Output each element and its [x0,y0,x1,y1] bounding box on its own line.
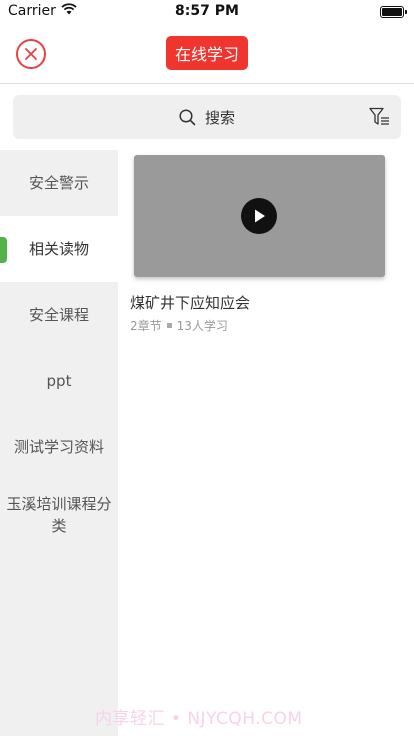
play-icon [255,209,265,223]
sidebar-item-safety-courses[interactable]: 安全课程 [0,282,118,348]
sidebar-item-related-reading[interactable]: 相关读物 [0,216,118,282]
sidebar-item-label: 测试学习资料 [13,438,104,456]
close-button[interactable] [16,39,46,69]
active-indicator [0,237,7,263]
play-button[interactable] [241,198,277,234]
status-bar: Carrier 8:57 PM [0,0,414,24]
nav-bar: 在线学习 [0,24,414,84]
sidebar-item-label: 安全警示 [28,174,89,192]
search-bar[interactable]: 搜索 [13,95,401,139]
sidebar-item-safety-warning[interactable]: 安全警示 [0,150,118,216]
filter-button[interactable] [369,107,391,127]
separator-dot [166,323,172,328]
sidebar-item-ppt[interactable]: ppt [0,348,118,414]
sidebar-item-yuxi-training[interactable]: 玉溪培训课程分类 [0,480,118,550]
status-time: 8:57 PM [175,3,239,19]
search-label: 搜索 [204,108,235,127]
course-title[interactable]: 煤矿井下应知应会 [130,292,250,313]
sidebar-item-label: 玉溪培训课程分类 [6,495,112,535]
search-icon [179,108,196,125]
sidebar-item-label: ppt [46,372,72,390]
close-icon [25,48,37,60]
sidebar-item-test-materials[interactable]: 测试学习资料 [0,414,118,480]
learner-count: 13人学习 [176,319,228,333]
watermark: 内享轻汇 • NJYCQH.COM [95,709,303,729]
battery-icon [380,6,407,18]
sidebar-item-label: 相关读物 [28,240,89,258]
chapter-count: 2章节 [130,319,162,333]
sidebar-item-label: 安全课程 [28,306,89,324]
course-meta: 2章节 13人学习 [130,317,228,334]
page-title: 在线学习 [166,36,248,70]
course-thumbnail[interactable] [134,155,385,277]
filter-icon [369,107,389,125]
